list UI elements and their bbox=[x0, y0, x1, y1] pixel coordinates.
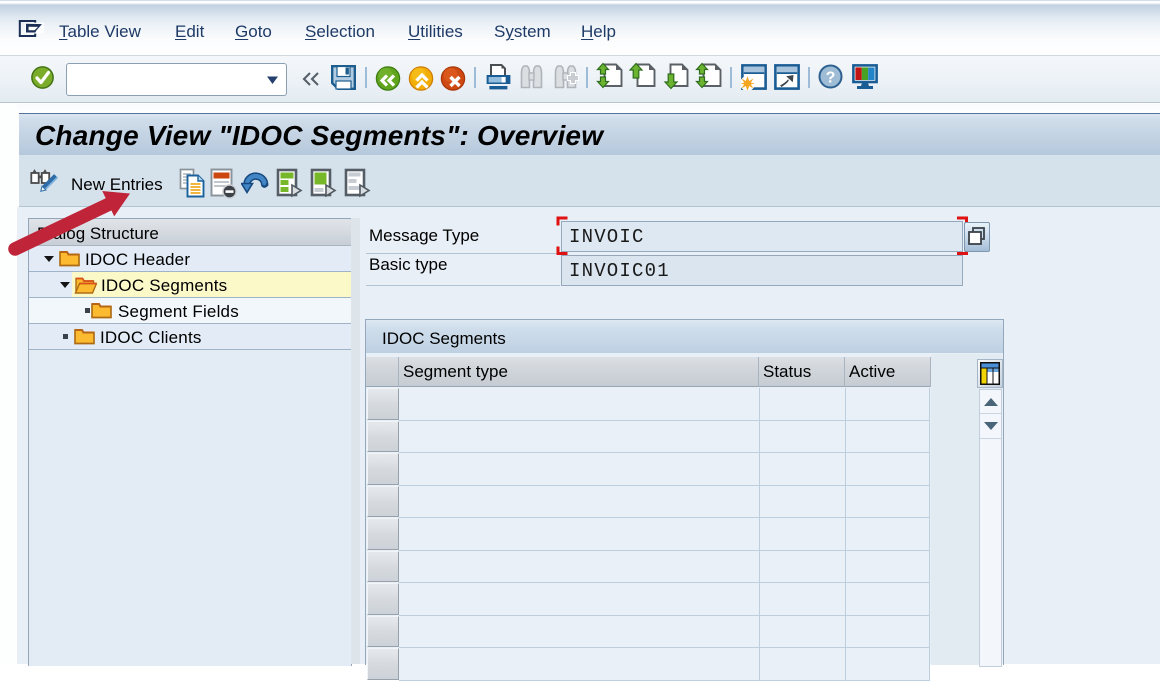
svg-text:?: ? bbox=[826, 70, 836, 87]
